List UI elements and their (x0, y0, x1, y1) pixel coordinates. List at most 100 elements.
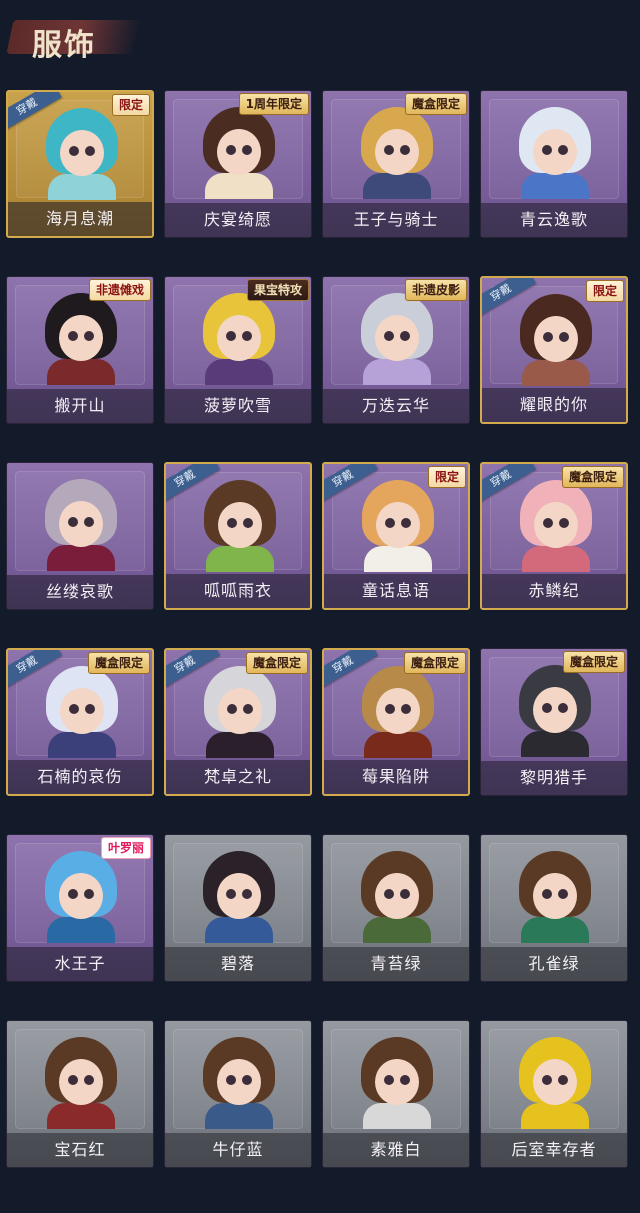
costume-card[interactable]: 穿戴 呱呱雨衣 (164, 462, 312, 610)
portrait-face (218, 502, 262, 548)
costume-card[interactable]: 穿戴 限定 童话息语 (322, 462, 470, 610)
portrait-outfit (363, 359, 431, 385)
character-portrait (199, 293, 279, 385)
limited-tag: 魔盒限定 (403, 652, 466, 674)
portrait-outfit (522, 360, 590, 386)
portrait-eye (558, 145, 568, 155)
portrait-eye (84, 889, 94, 899)
portrait-face (534, 502, 578, 548)
costume-card[interactable]: 后室幸存者 (480, 1020, 628, 1168)
character-portrait (200, 480, 280, 572)
portrait-eye (68, 331, 78, 341)
portrait-face (534, 316, 578, 362)
limited-tag: 非遗傩戏 (88, 279, 151, 301)
portrait-face (59, 873, 103, 919)
portrait-eye (227, 518, 237, 528)
limited-tag: 魔盒限定 (245, 652, 308, 674)
limited-tag: 魔盒限定 (561, 466, 624, 488)
portrait-eye (226, 1075, 236, 1085)
portrait-face (375, 873, 419, 919)
limited-tag: 1周年限定 (238, 93, 309, 115)
portrait-outfit (47, 545, 115, 571)
portrait-outfit (48, 732, 116, 758)
costume-card[interactable]: 青云逸歌 (480, 90, 628, 238)
portrait-eye (69, 704, 79, 714)
costume-name: 搬开山 (7, 389, 153, 423)
costume-name: 王子与骑士 (323, 203, 469, 237)
character-portrait (199, 1037, 279, 1129)
character-portrait (41, 479, 121, 571)
costume-name: 童话息语 (324, 574, 468, 608)
costume-card[interactable]: 穿戴 魔盒限定 石楠的哀伤 (6, 648, 154, 796)
portrait-outfit (521, 917, 589, 943)
character-portrait (42, 108, 122, 200)
portrait-eye (543, 332, 553, 342)
portrait-eye (226, 889, 236, 899)
character-portrait (358, 480, 438, 572)
costume-card[interactable]: 非遗皮影 万迭云华 (322, 276, 470, 424)
costume-card[interactable]: 素雅白 (322, 1020, 470, 1168)
costume-card[interactable]: 宝石红 (6, 1020, 154, 1168)
costume-card[interactable]: 青苔绿 (322, 834, 470, 982)
costume-card[interactable]: 穿戴 魔盒限定 梵卓之礼 (164, 648, 312, 796)
character-portrait (515, 665, 595, 757)
limited-tag: 叶罗丽 (100, 837, 151, 859)
portrait-outfit (363, 917, 431, 943)
costume-card[interactable]: 穿戴 限定 耀眼的你 (480, 276, 628, 424)
portrait-eye (243, 704, 253, 714)
portrait-outfit (205, 173, 273, 199)
costume-card[interactable]: 非遗傩戏搬开山 (6, 276, 154, 424)
portrait-face (217, 1059, 261, 1105)
portrait-outfit (47, 359, 115, 385)
portrait-eye (242, 331, 252, 341)
portrait-eye (401, 518, 411, 528)
portrait-face (59, 1059, 103, 1105)
character-portrait (357, 293, 437, 385)
costume-name: 梵卓之礼 (166, 760, 310, 794)
costume-name: 宝石红 (7, 1133, 153, 1167)
limited-tag: 魔盒限定 (562, 651, 625, 673)
costume-card[interactable]: 穿戴 魔盒限定 赤鳞纪 (480, 462, 628, 610)
costume-card[interactable]: 牛仔蓝 (164, 1020, 312, 1168)
costume-name: 青云逸歌 (481, 203, 627, 237)
portrait-eye (401, 704, 411, 714)
portrait-eye (84, 517, 94, 527)
costume-card[interactable]: 果宝特攻 菠萝吹雪 (164, 276, 312, 424)
limited-tag: 魔盒限定 (404, 93, 467, 115)
costume-card[interactable]: 叶罗丽 水王子 (6, 834, 154, 982)
portrait-eye (384, 1075, 394, 1085)
portrait-outfit (206, 546, 274, 572)
character-portrait (515, 1037, 595, 1129)
portrait-outfit (522, 546, 590, 572)
page-title: 服饰 (6, 12, 142, 63)
portrait-outfit (206, 732, 274, 758)
costume-card[interactable]: 魔盒限定 黎明猎手 (480, 648, 628, 796)
costume-card[interactable]: 1周年限定 庆宴绮愿 (164, 90, 312, 238)
character-portrait (199, 851, 279, 943)
costume-card[interactable]: 穿戴 限定 海月息潮 (6, 90, 154, 238)
character-portrait (41, 293, 121, 385)
portrait-eye (242, 1075, 252, 1085)
portrait-face (217, 873, 261, 919)
costume-card[interactable]: 碧落 (164, 834, 312, 982)
portrait-eye (558, 889, 568, 899)
portrait-face (59, 501, 103, 547)
costume-card[interactable]: 魔盒限定王子与骑士 (322, 90, 470, 238)
costume-card[interactable]: 丝缕哀歌 (6, 462, 154, 610)
character-portrait (515, 851, 595, 943)
portrait-outfit (47, 917, 115, 943)
portrait-eye (558, 1075, 568, 1085)
costume-grid: 穿戴 限定 海月息潮 1周年限定 庆宴绮愿 魔盒限定 王子与骑士 青云逸歌 非遗傩戏 搬开山 果宝特… (6, 90, 636, 1168)
portrait-face (376, 688, 420, 734)
costume-card[interactable]: 穿戴 魔盒限定 莓果陷阱 (322, 648, 470, 796)
portrait-face (533, 687, 577, 733)
portrait-outfit (364, 732, 432, 758)
costume-name: 素雅白 (323, 1133, 469, 1167)
character-portrait (357, 851, 437, 943)
portrait-eye (85, 146, 95, 156)
portrait-eye (243, 518, 253, 528)
limited-tag: 限定 (427, 466, 466, 488)
costume-name: 碧落 (165, 947, 311, 981)
costume-card[interactable]: 孔雀绿 (480, 834, 628, 982)
portrait-face (533, 129, 577, 175)
